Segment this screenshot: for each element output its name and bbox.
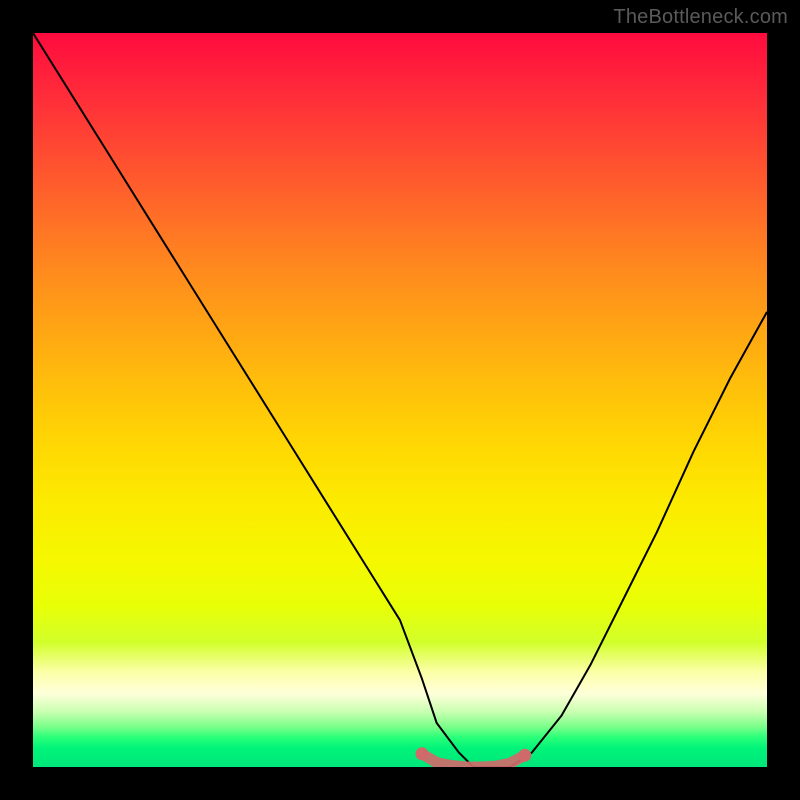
series-optimal-range-marker: [422, 754, 525, 767]
series-bottleneck-curve: [33, 33, 767, 767]
plot-area: [33, 33, 767, 767]
series-marker-dot: [518, 749, 531, 762]
chart-frame: TheBottleneck.com: [0, 0, 800, 800]
series-marker-dot: [416, 747, 429, 760]
chart-svg: [33, 33, 767, 767]
watermark-text: TheBottleneck.com: [613, 6, 788, 29]
